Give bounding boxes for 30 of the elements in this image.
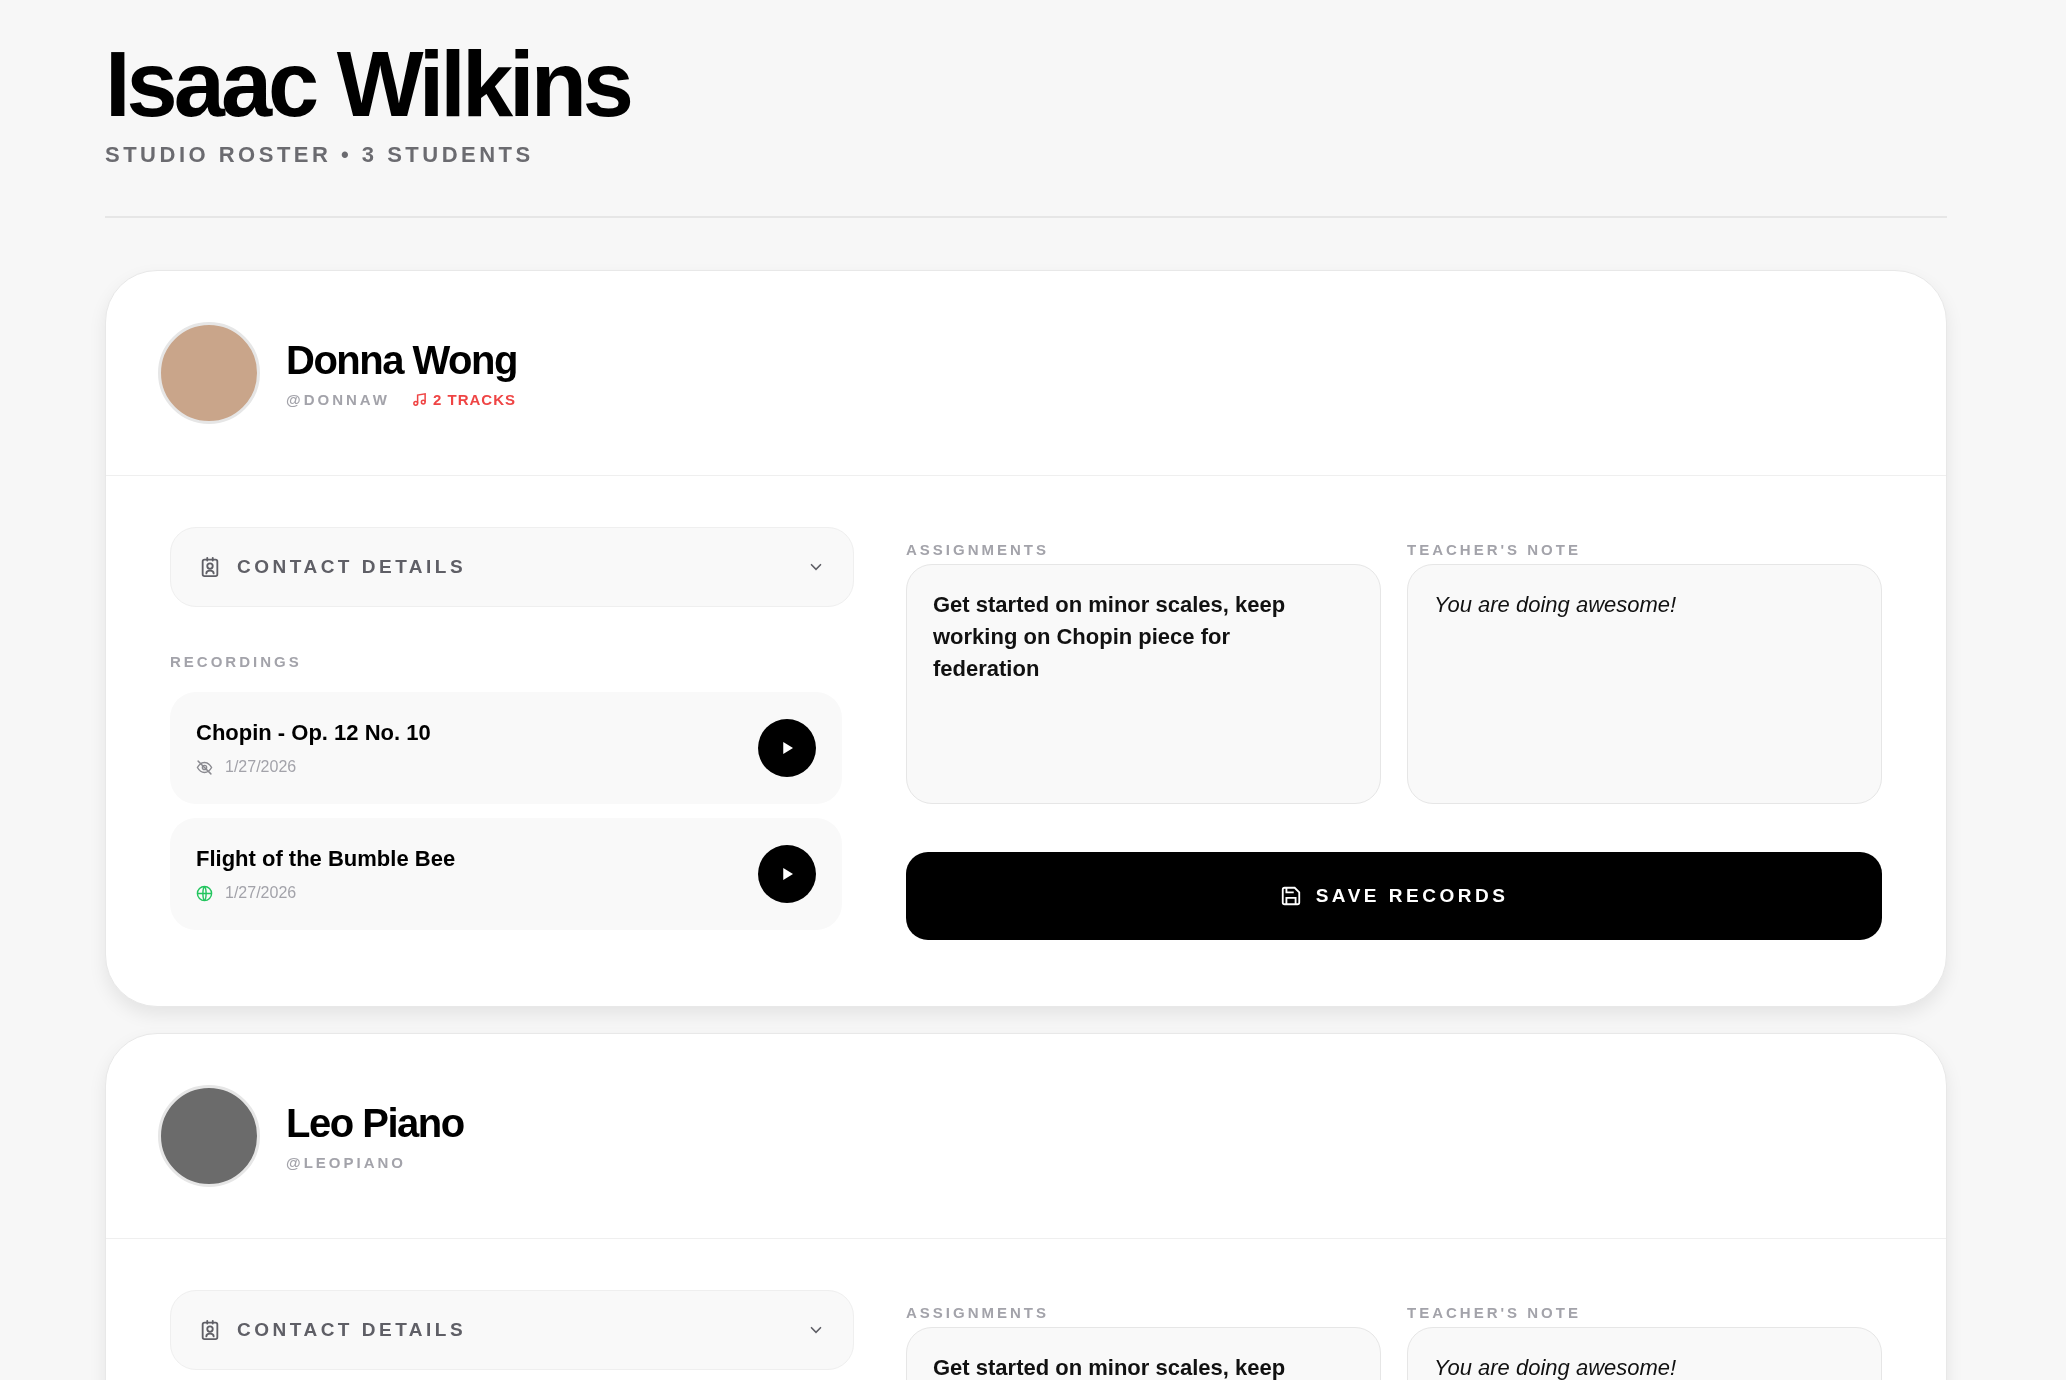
recording-title: Chopin - Op. 12 No. 10 bbox=[196, 720, 431, 746]
student-name: Donna Wong bbox=[286, 338, 517, 383]
page-title: Isaac Wilkins bbox=[105, 34, 632, 134]
teacher-note-field[interactable]: You are doing awesome! bbox=[1407, 564, 1882, 804]
recordings-label: RECORDINGS bbox=[170, 653, 302, 670]
assignments-field[interactable]: Get started on minor scales, keep bbox=[906, 1327, 1381, 1380]
assignments-label: ASSIGNMENTS bbox=[906, 541, 1049, 558]
save-records-button[interactable]: SAVE RECORDS bbox=[906, 852, 1882, 940]
contact-details-toggle[interactable]: CONTACT DETAILS bbox=[170, 1290, 854, 1370]
teacher-note-field[interactable]: You are doing awesome! bbox=[1407, 1327, 1882, 1380]
assignments-field[interactable]: Get started on minor scales, keep working on Chopin piece for federation bbox=[906, 564, 1381, 804]
contact-details-toggle[interactable]: CONTACT DETAILS bbox=[170, 527, 854, 607]
recording-date: 1/27/2026 bbox=[225, 884, 297, 902]
recording-date: 1/27/2026 bbox=[225, 758, 297, 776]
page-subtitle: STUDIO ROSTER • 3 STUDENTS bbox=[105, 142, 534, 168]
contact-card-icon bbox=[199, 1319, 221, 1341]
student-handle: @DONNAW bbox=[286, 391, 390, 408]
eye-off-icon bbox=[196, 758, 213, 776]
teacher-note-label: TEACHER'S NOTE bbox=[1407, 541, 1581, 558]
globe-icon bbox=[196, 884, 213, 902]
track-count: 2 TRACKS bbox=[411, 391, 516, 408]
student-handle: @LEOPIANO bbox=[286, 1154, 406, 1171]
assignments-label: ASSIGNMENTS bbox=[906, 1304, 1049, 1321]
play-button[interactable] bbox=[758, 719, 816, 777]
student-name: Leo Piano bbox=[286, 1101, 464, 1146]
teacher-note-label: TEACHER'S NOTE bbox=[1407, 1304, 1581, 1321]
recording-title: Flight of the Bumble Bee bbox=[196, 846, 456, 872]
play-button[interactable] bbox=[758, 845, 816, 903]
music-note-icon bbox=[411, 392, 427, 407]
contact-card-icon bbox=[199, 556, 221, 578]
